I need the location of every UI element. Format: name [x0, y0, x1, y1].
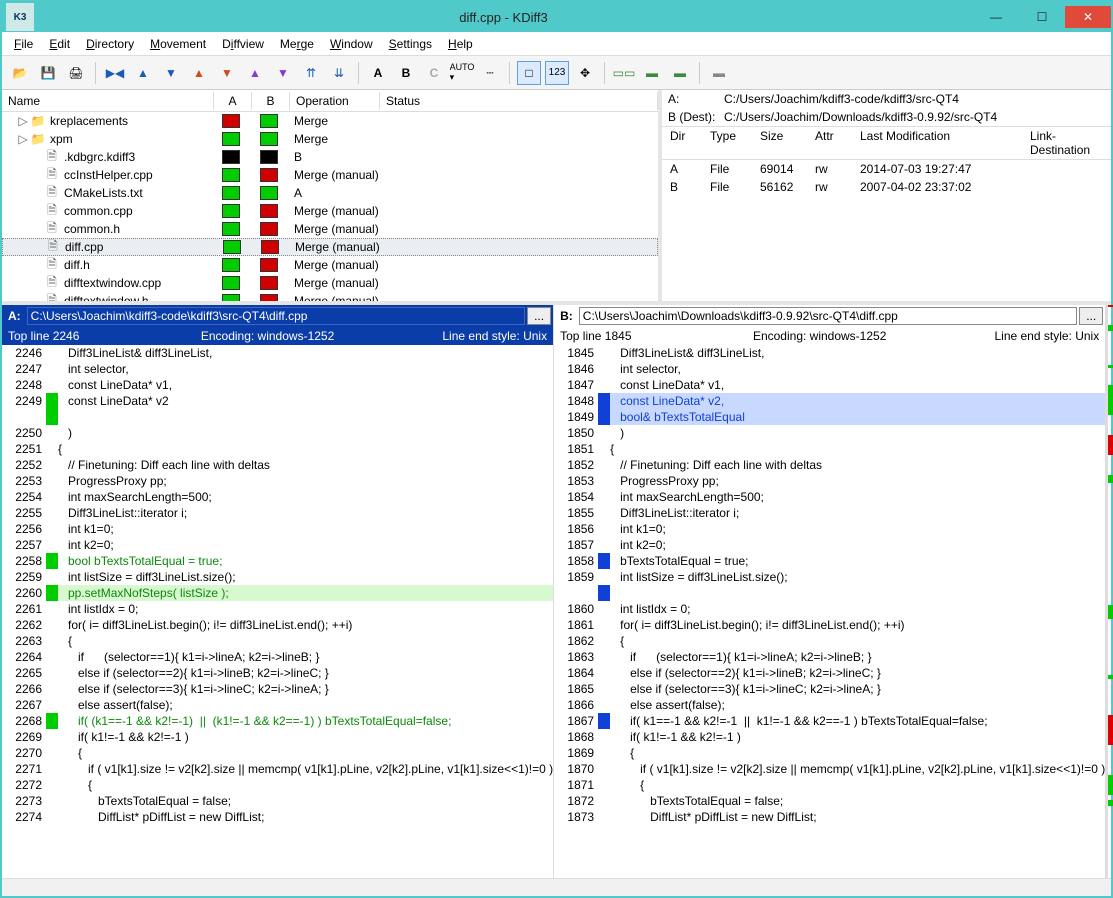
down-single-icon[interactable]: ▼ [159, 61, 183, 85]
info-b-path: C:/Users/Joachim/Downloads/kdiff3-0.9.92… [724, 110, 997, 124]
down-conflict-icon[interactable]: ▼ [215, 61, 239, 85]
auto-icon[interactable]: AUTO▾ [450, 61, 474, 85]
menu-settings[interactable]: Settings [381, 34, 440, 54]
ih-type[interactable]: Type [702, 127, 752, 159]
pane-b-label: B: [556, 309, 577, 323]
file-row[interactable]: 🗎diff.hMerge (manual) [2, 256, 658, 274]
menu-window[interactable]: Window [322, 34, 381, 54]
close-button[interactable]: ✕ [1065, 6, 1111, 28]
down-multi-icon[interactable]: ▼ [271, 61, 295, 85]
pane-a-encoding: Encoding: windows-1252 [188, 329, 347, 343]
showspace-icon[interactable]: □ [517, 61, 541, 85]
fullscreen-icon[interactable]: ✥ [573, 61, 597, 85]
file-row[interactable]: 🗎diff.cppMerge (manual) [2, 238, 658, 256]
info-b-label: B (Dest): [668, 110, 724, 124]
menu-help[interactable]: Help [440, 34, 481, 54]
diff-pane-a: A: ... Top line 2246 Encoding: windows-1… [2, 305, 554, 878]
file-row[interactable]: 🗎common.cppMerge (manual) [2, 202, 658, 220]
info-row: BFile56162rw2007-04-02 23:37:02 [662, 178, 1111, 196]
choose-b-icon[interactable]: B [394, 61, 418, 85]
menu-file[interactable]: File [6, 34, 41, 54]
window-title: diff.cpp - KDiff3 [34, 10, 973, 25]
code-b[interactable]: 1845184618471848184918501851185218531854… [554, 345, 1105, 878]
menu-merge[interactable]: Merge [272, 34, 322, 54]
col-status[interactable]: Status [380, 92, 658, 110]
pane-a-eol: Line end style: Unix [347, 329, 547, 343]
print-icon[interactable]: 🖨 [64, 61, 88, 85]
pane-a-path-input[interactable] [27, 307, 525, 325]
pane-b-path-input[interactable] [579, 307, 1077, 325]
app-icon: K3 [6, 3, 34, 31]
ih-attr[interactable]: Attr [807, 127, 852, 159]
ih-dir[interactable]: Dir [662, 127, 702, 159]
open-icon[interactable]: 📂 [8, 61, 32, 85]
file-row[interactable]: 🗎ccInstHelper.cppMerge (manual) [2, 166, 658, 184]
save-icon[interactable]: 💾 [36, 61, 60, 85]
up-single-icon[interactable]: ▲ [131, 61, 155, 85]
overview-strip[interactable] [1106, 305, 1111, 878]
horizontal-scrollbar[interactable] [2, 878, 1111, 896]
file-row[interactable]: 🗎CMakeLists.txtA [2, 184, 658, 202]
ih-mod[interactable]: Last Modification [852, 127, 1022, 159]
file-row[interactable]: 🗎.kdbgrc.kdiff3B [2, 148, 658, 166]
col-b[interactable]: B [252, 92, 290, 110]
menu-directory[interactable]: Directory [78, 34, 142, 54]
choose-a-icon[interactable]: A [366, 61, 390, 85]
pane-a-topline: Top line 2246 [8, 329, 188, 343]
pane-a-browse-button[interactable]: ... [527, 307, 551, 325]
dash-icon[interactable]: ┄ [478, 61, 502, 85]
info-a-path: C:/Users/Joachim/kdiff3-code/kdiff3/src-… [724, 92, 959, 106]
col-a[interactable]: A [214, 92, 252, 110]
file-row[interactable]: ▷📁kreplacementsMerge [2, 112, 658, 130]
menu-diffview[interactable]: Diffview [214, 34, 272, 54]
pane-b-browse-button[interactable]: ... [1079, 307, 1103, 325]
diff-pane-b: B: ... Top line 1845 Encoding: windows-1… [554, 305, 1106, 878]
choose-c-icon[interactable]: C [422, 61, 446, 85]
menubar: File Edit Directory Movement Diffview Me… [2, 32, 1111, 56]
split-v-icon[interactable]: ▬ [640, 61, 664, 85]
code-a[interactable]: 2246224722482249225022512252225322542255… [2, 345, 553, 878]
workarea: Name A B Operation Status ▷📁kreplacement… [2, 90, 1111, 896]
directory-pane: Name A B Operation Status ▷📁kreplacement… [2, 90, 662, 301]
menu-movement[interactable]: Movement [142, 34, 214, 54]
col-op[interactable]: Operation [290, 92, 380, 110]
ih-ld[interactable]: Link-Destination [1022, 127, 1111, 159]
maximize-button[interactable]: ☐ [1019, 6, 1065, 28]
extra-icon[interactable]: ▬ [707, 61, 731, 85]
unsplit-icon[interactable]: ▬ [668, 61, 692, 85]
up-multi-icon[interactable]: ▲ [243, 61, 267, 85]
file-row[interactable]: 🗎common.hMerge (manual) [2, 220, 658, 238]
menu-edit[interactable]: Edit [41, 34, 78, 54]
info-pane: A:C:/Users/Joachim/kdiff3-code/kdiff3/sr… [662, 90, 1111, 301]
ih-size[interactable]: Size [752, 127, 807, 159]
goto-icon[interactable]: ▶◀ [103, 61, 127, 85]
titlebar: K3 diff.cpp - KDiff3 — ☐ ✕ [2, 2, 1111, 32]
pane-b-eol: Line end style: Unix [899, 329, 1099, 343]
info-a-label: A: [668, 92, 724, 106]
up-conflict-icon[interactable]: ▲ [187, 61, 211, 85]
file-row[interactable]: 🗎difftextwindow.hMerge (manual) [2, 292, 658, 301]
pane-b-encoding: Encoding: windows-1252 [740, 329, 899, 343]
file-row[interactable]: 🗎difftextwindow.cppMerge (manual) [2, 274, 658, 292]
pane-a-label: A: [4, 309, 25, 323]
pane-b-topline: Top line 1845 [560, 329, 740, 343]
toolbar: 📂 💾 🖨 ▶◀ ▲ ▼ ▲ ▼ ▲ ▼ ⇈ ⇊ A B C AUTO▾ ┄ □… [2, 56, 1111, 90]
split-h-icon[interactable]: ▭▭ [612, 61, 636, 85]
showlineno-icon[interactable]: 123 [545, 61, 569, 85]
col-name[interactable]: Name [2, 92, 214, 110]
down-double-icon[interactable]: ⇊ [327, 61, 351, 85]
minimize-button[interactable]: — [973, 6, 1019, 28]
info-row: AFile69014rw2014-07-03 19:27:47 [662, 160, 1111, 178]
file-row[interactable]: ▷📁xpmMerge [2, 130, 658, 148]
up-double-icon[interactable]: ⇈ [299, 61, 323, 85]
